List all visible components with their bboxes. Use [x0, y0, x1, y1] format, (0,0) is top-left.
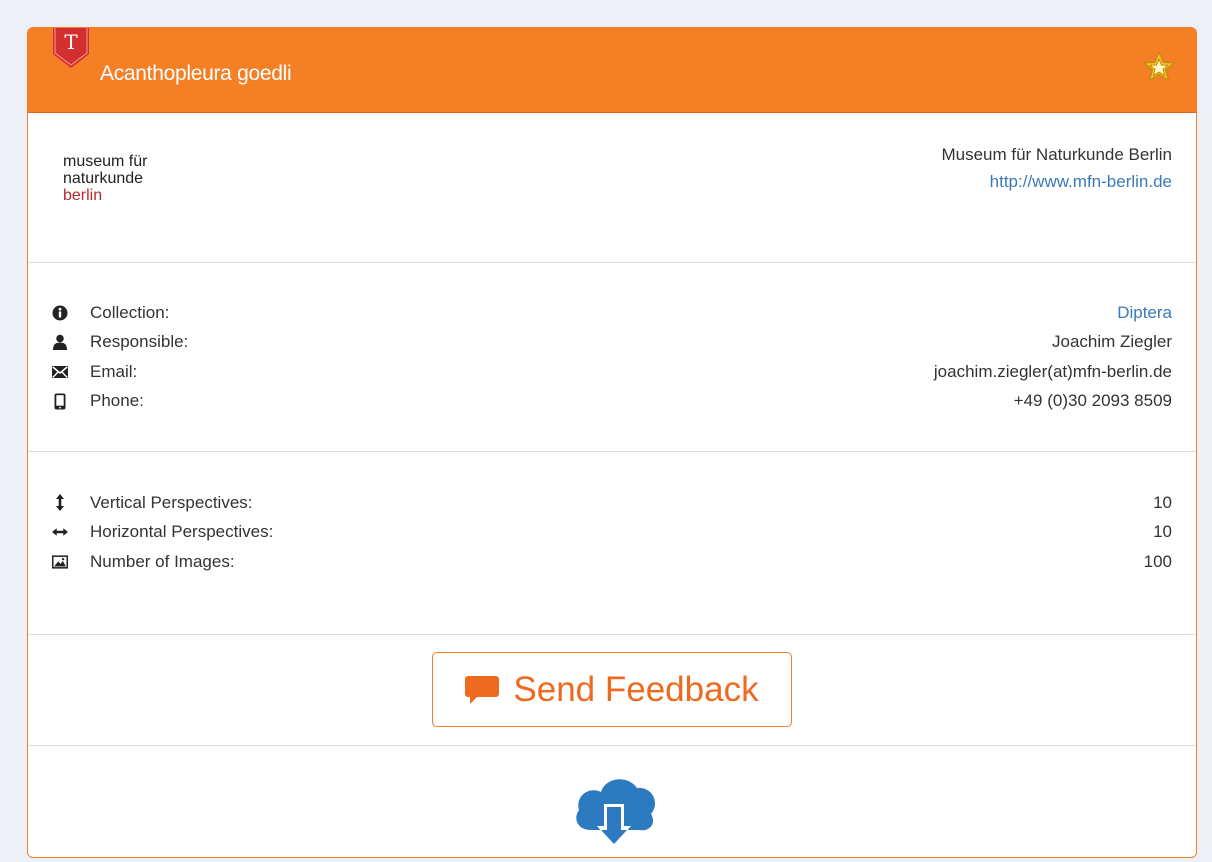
card-header: T Acanthopleura goedli — [28, 28, 1196, 113]
museum-name: Museum für Naturkunde Berlin — [941, 145, 1172, 164]
phone-icon — [52, 393, 68, 410]
logo-line-2: naturkunde — [63, 170, 144, 187]
horizontal-arrows-icon — [52, 524, 68, 540]
send-feedback-button[interactable]: Send Feedback — [432, 652, 792, 727]
email-row: Email: joachim.ziegler(at)mfn-berlin.de — [52, 357, 1172, 387]
specimen-card: T Acanthopleura goedli museum für naturk… — [27, 27, 1197, 858]
number-of-images-label: Number of Images: — [90, 551, 235, 571]
horizontal-perspectives-row: Horizontal Perspectives: 10 — [52, 518, 1172, 548]
badge-letter: T — [64, 30, 78, 54]
download-section — [28, 746, 1196, 857]
info-icon — [52, 305, 68, 321]
number-of-images-value: 100 — [1143, 551, 1172, 571]
collection-label: Collection: — [90, 302, 170, 322]
logo-line-3: berlin — [63, 187, 103, 204]
envelope-icon — [52, 364, 68, 380]
phone-row: Phone: +49 (0)30 2093 8509 — [52, 387, 1172, 417]
email-value: joachim.ziegler(at)mfn-berlin.de — [933, 361, 1172, 381]
horizontal-perspectives-value: 10 — [1153, 522, 1172, 542]
comment-icon — [465, 675, 500, 704]
star-icon[interactable] — [1142, 50, 1176, 84]
cloud-download-icon[interactable] — [571, 772, 657, 850]
user-icon — [52, 334, 68, 351]
send-feedback-label: Send Feedback — [513, 669, 759, 709]
vertical-perspectives-label: Vertical Perspectives: — [90, 492, 253, 512]
logo-line-1: museum für — [63, 153, 148, 170]
museum-website-link[interactable]: http://www.mfn-berlin.de — [990, 172, 1172, 192]
image-icon — [52, 554, 68, 570]
number-of-images-row: Number of Images: 100 — [52, 547, 1172, 577]
collection-value[interactable]: Diptera — [1117, 303, 1172, 323]
responsible-row: Responsible: Joachim Ziegler — [52, 328, 1172, 358]
responsible-value: Joachim Ziegler — [1052, 332, 1172, 352]
shield-badge-icon: T — [53, 28, 89, 68]
phone-label: Phone: — [90, 391, 144, 411]
specimen-title: Acanthopleura goedli — [100, 62, 292, 85]
vertical-perspectives-row: Vertical Perspectives: 10 — [52, 488, 1172, 518]
museum-info: Museum für Naturkunde Berlin http://www.… — [941, 145, 1172, 192]
phone-value: +49 (0)30 2093 8509 — [1013, 391, 1172, 411]
vertical-arrows-icon — [52, 494, 68, 512]
feedback-section: Send Feedback — [28, 635, 1196, 746]
collection-row: Collection: Diptera — [52, 298, 1172, 328]
horizontal-perspectives-label: Horizontal Perspectives: — [90, 522, 274, 542]
museum-section: museum für naturkunde berlin Museum für … — [28, 113, 1196, 263]
contact-section: Collection: Diptera Responsible: Joachim… — [28, 263, 1196, 452]
vertical-perspectives-value: 10 — [1153, 492, 1172, 512]
perspectives-section: Vertical Perspectives: 10 Horizontal Per… — [28, 452, 1196, 635]
email-label: Email: — [90, 361, 138, 381]
responsible-label: Responsible: — [90, 332, 189, 352]
museum-logo: museum für naturkunde berlin — [63, 153, 147, 204]
